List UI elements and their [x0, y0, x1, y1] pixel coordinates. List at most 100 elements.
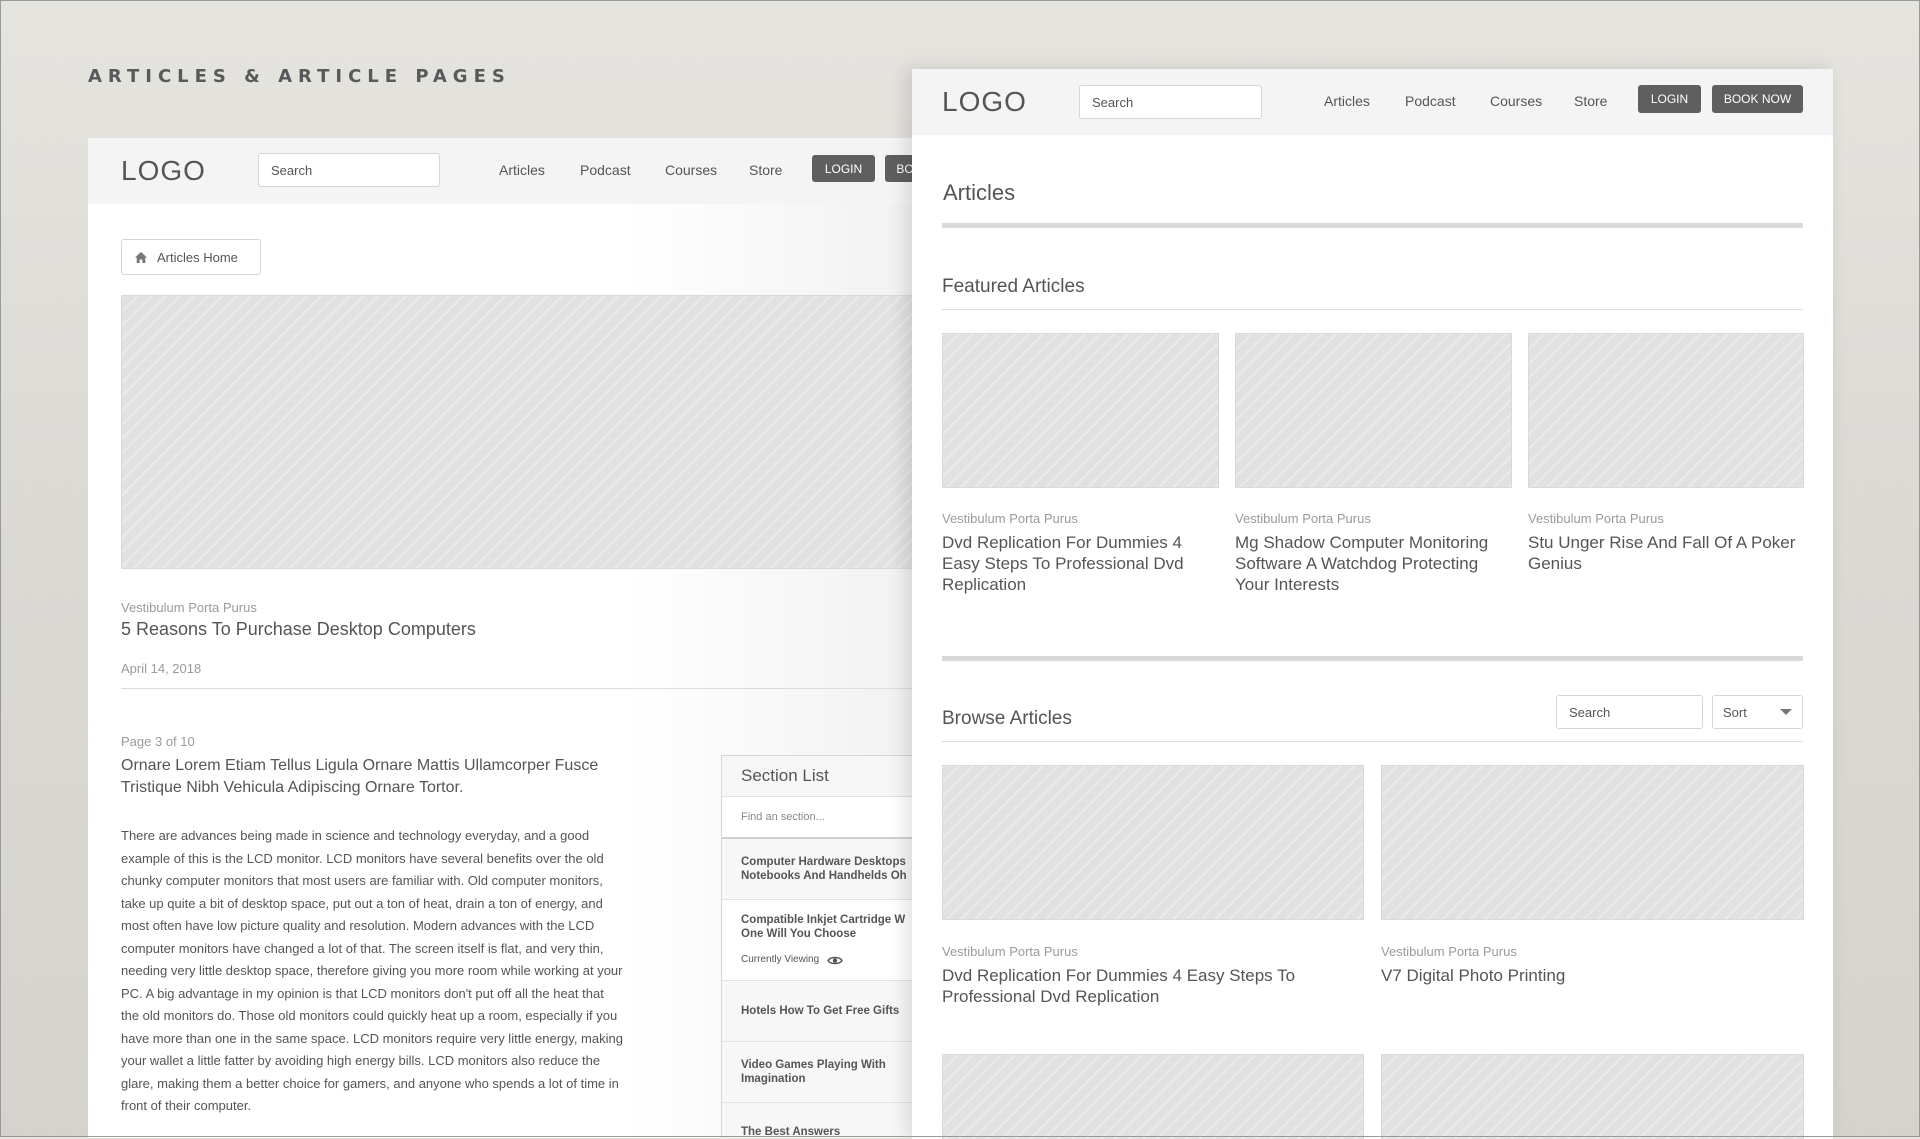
card-title-line: V7 Digital Photo Printing [1381, 966, 1566, 985]
nav-store[interactable]: Store [749, 162, 782, 178]
divider [942, 741, 1803, 742]
nav-courses[interactable]: Courses [665, 162, 717, 178]
breadcrumb-articles-home[interactable]: Articles Home [121, 239, 261, 275]
login-button[interactable]: LOGIN [1638, 85, 1701, 113]
card-title-line: Your Interests [1235, 575, 1340, 594]
article-date: April 14, 2018 [121, 661, 202, 676]
site-logo[interactable]: LOGO [942, 86, 1027, 118]
browse-search[interactable] [1556, 695, 1747, 729]
section-item-line: Notebooks And Handhelds Oh [741, 870, 907, 882]
body-line: have more than one in the same space. LC… [121, 1030, 623, 1046]
body-line: There are advances being made in science… [121, 828, 590, 843]
section-item-line: Computer Hardware Desktops [741, 856, 906, 868]
browse-card-image[interactable] [942, 1054, 1364, 1139]
body-line: computer monitors have changed a lot of … [121, 940, 604, 956]
nav-articles[interactable]: Articles [1324, 93, 1370, 109]
section-item-line: The Best Answers [741, 1126, 841, 1138]
card-category: Vestibulum Porta Purus [1528, 511, 1664, 526]
section-item-line: Imagination [741, 1073, 806, 1085]
card-category: Vestibulum Porta Purus [1235, 511, 1371, 526]
body-line: front of their computer. [121, 1098, 252, 1113]
browse-card-title[interactable]: V7 Digital Photo Printing [1381, 965, 1565, 986]
hero-image [121, 295, 918, 569]
articles-index-window: LOGO Articles Podcast Courses Store LOGI… [912, 69, 1833, 1139]
card-title-line: Replication [942, 575, 1027, 594]
page-indicator: Page 3 of 10 [121, 734, 195, 749]
sort-dropdown[interactable]: Sort [1712, 695, 1803, 729]
currently-viewing-indicator: Currently Viewing [741, 953, 918, 967]
featured-card-image[interactable] [1528, 333, 1804, 488]
section-item[interactable]: Video Games Playing With Imagination [722, 1042, 918, 1103]
site-logo[interactable]: LOGO [121, 155, 206, 187]
section-list-panel: Section List Find an section... Computer… [721, 755, 918, 1138]
article-category: Vestibulum Porta Purus [121, 600, 257, 615]
body-line: most often have low picture quality and … [121, 918, 595, 933]
body-line: take up quite a bit of desktop space, pu… [121, 895, 603, 911]
chevron-down-icon [1780, 709, 1792, 715]
nav-articles[interactable]: Articles [499, 162, 545, 178]
card-category: Vestibulum Porta Purus [1381, 944, 1517, 959]
nav-podcast[interactable]: Podcast [1405, 93, 1456, 109]
breadcrumb-label: Articles Home [157, 249, 238, 265]
card-title-line: Professional Dvd Replication [942, 987, 1160, 1006]
currently-viewing-label: Currently Viewing [741, 954, 820, 965]
section-item-current[interactable]: Compatible Inkjet Cartridge W One Will Y… [722, 900, 918, 981]
divider [942, 309, 1803, 310]
section-item[interactable]: The Best Answers [722, 1103, 918, 1138]
eye-icon [827, 956, 844, 964]
body-line: needing very little desktop space, there… [121, 963, 623, 978]
card-category: Vestibulum Porta Purus [942, 511, 1078, 526]
site-header: LOGO Articles Podcast Courses Store LOGI… [912, 69, 1833, 135]
browse-card-image[interactable] [942, 765, 1364, 920]
section-item[interactable]: Hotels How To Get Free Gifts [722, 981, 918, 1042]
nav-courses[interactable]: Courses [1490, 93, 1542, 109]
card-category: Vestibulum Porta Purus [942, 944, 1078, 959]
body-line: the old monitors do. Those old monitors … [121, 1008, 618, 1023]
card-title-line: Dvd Replication For Dummies 4 Easy Steps… [942, 966, 1296, 985]
body-line: your wallet a little fatter by avoiding … [121, 1053, 601, 1068]
body-line: PC. A big advantage in my opinion is tha… [121, 985, 604, 1001]
login-button[interactable]: LOGIN [812, 155, 875, 182]
nav-store[interactable]: Store [1574, 93, 1607, 109]
nav-podcast[interactable]: Podcast [580, 162, 631, 178]
article-title: 5 Reasons To Purchase Desktop Computers [121, 619, 476, 639]
browse-articles-title: Browse Articles [942, 708, 1072, 729]
section-item-line: One Will You Choose [741, 928, 857, 940]
browse-card-image[interactable] [1381, 765, 1804, 920]
site-header: LOGO Articles Podcast Courses Store LOGI… [88, 138, 918, 204]
browse-card-image[interactable] [1381, 1054, 1804, 1139]
article-page-window: LOGO Articles Podcast Courses Store LOGI… [88, 138, 918, 1138]
card-title-line: Genius [1528, 554, 1582, 573]
body-line: example of this is the LCD monitor. LCD … [121, 850, 604, 866]
section-item-line: Video Games Playing With [741, 1059, 886, 1071]
section-heading: Ornare Lorem Etiam Tellus Ligula Ornare … [121, 757, 599, 796]
book-now-button[interactable]: BOOK NOW [1712, 85, 1803, 113]
featured-articles-title: Featured Articles [942, 276, 1085, 297]
header-search[interactable] [1079, 85, 1270, 119]
body-line: glare, making them a better choice for g… [121, 1075, 619, 1091]
body-line: chunky computer monitors that most users… [121, 873, 603, 888]
featured-card-image[interactable] [942, 333, 1219, 488]
card-title-line: Stu Unger Rise And Fall Of A Poker [1528, 533, 1796, 552]
article-body: There are advances being made in science… [121, 825, 623, 1118]
section-item-line: Compatible Inkjet Cartridge W [741, 914, 906, 926]
card-title-line: Mg Shadow Computer Monitoring [1235, 533, 1489, 552]
section-item-line: Hotels How To Get Free Gifts [741, 1005, 900, 1017]
header-search-input[interactable] [1090, 93, 1270, 111]
section-list-title: Section List [722, 756, 918, 797]
browse-card-title[interactable]: Dvd Replication For Dummies 4 Easy Steps… [942, 965, 1295, 1007]
sort-label: Sort [1723, 704, 1747, 720]
divider [121, 688, 918, 689]
featured-card-title[interactable]: Stu Unger Rise And Fall Of A Poker Geniu… [1528, 532, 1795, 574]
featured-card-image[interactable] [1235, 333, 1512, 488]
section-item[interactable]: Computer Hardware Desktops Notebooks And… [722, 839, 918, 900]
featured-card-title[interactable]: Dvd Replication For Dummies 4 Easy Steps… [942, 532, 1184, 595]
title-rule [942, 223, 1803, 228]
section-rule [942, 656, 1803, 661]
card-title-line: Easy Steps To Professional Dvd [942, 554, 1184, 573]
card-title-line: Dvd Replication For Dummies 4 [942, 533, 1182, 552]
featured-card-title[interactable]: Mg Shadow Computer Monitoring Software A… [1235, 532, 1488, 595]
section-find-input[interactable]: Find an section... [722, 797, 918, 839]
header-search[interactable] [258, 153, 449, 187]
header-search-input[interactable] [269, 161, 449, 179]
